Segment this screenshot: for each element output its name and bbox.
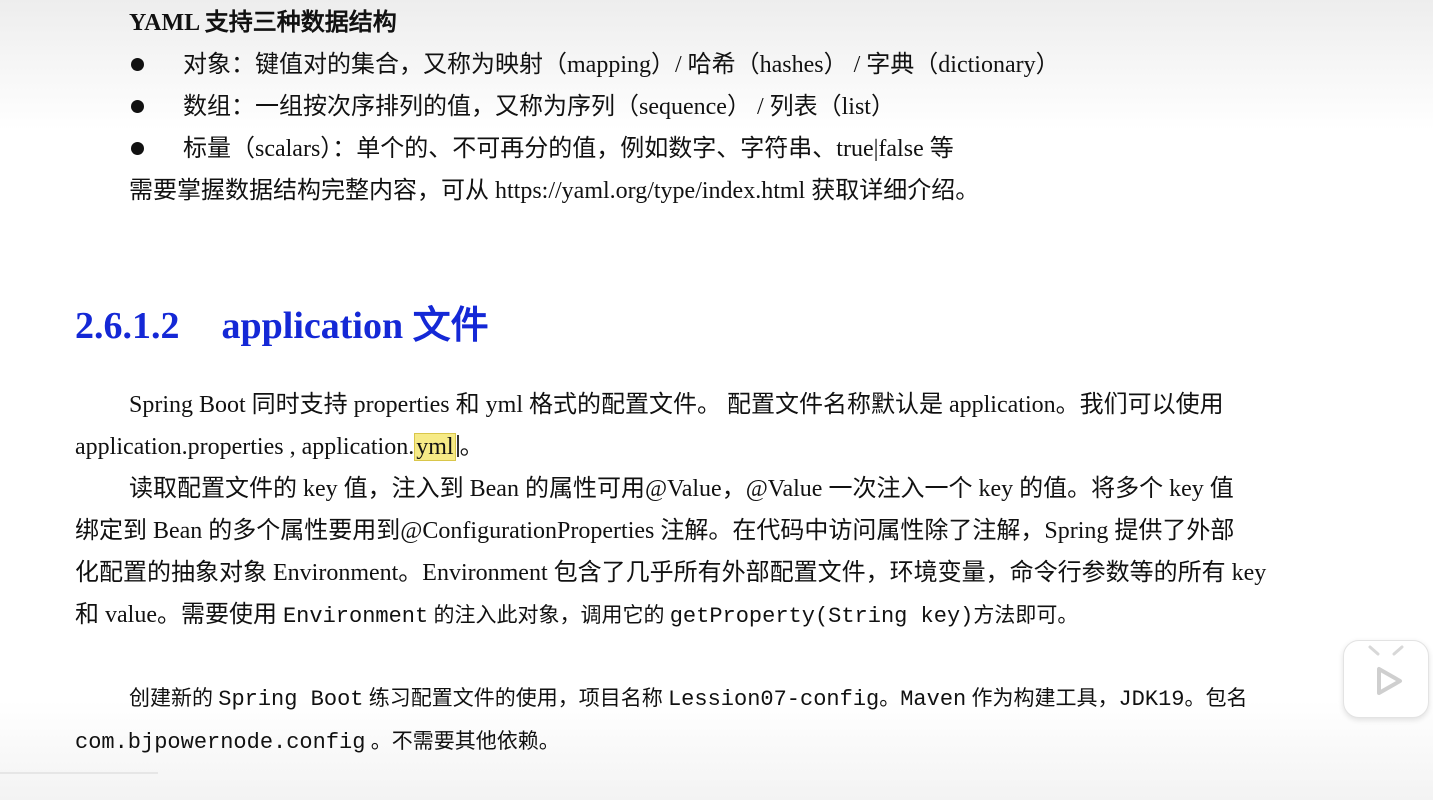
- para1-line1: Spring Boot 同时支持 properties 和 yml 格式的配置文…: [129, 392, 1224, 418]
- bullet-array: 数组：一组按次序排列的值，又称为序列（sequence） / 列表（list）: [183, 94, 895, 120]
- highlighted-text[interactable]: yml: [414, 433, 456, 461]
- section-title: application 文件: [221, 305, 489, 347]
- play-button[interactable]: [1343, 640, 1429, 718]
- para3-text: 作为构建工具，: [966, 686, 1119, 710]
- code-jdk: JDK19: [1118, 687, 1185, 712]
- bullet-object: 对象：键值对的集合，又称为映射（mapping）/ 哈希（hashes） / 字…: [183, 52, 1060, 78]
- bullet-scalar: 标量（scalars）：单个的、不可再分的值，例如数字、字符串、true|fal…: [183, 136, 954, 162]
- yaml-section-title: YAML 支持三种数据结构: [129, 10, 397, 36]
- document-page: YAML 支持三种数据结构 对象：键值对的集合，又称为映射（mapping）/ …: [0, 0, 1433, 800]
- para3-text: 。不需要其他依赖。: [365, 729, 560, 753]
- para3-text: 创建新的: [129, 686, 219, 710]
- para2-line2: 绑定到 Bean 的多个属性要用到@ConfigurationPropertie…: [75, 518, 1235, 544]
- code-project-name: Lession07-config: [667, 687, 880, 712]
- para2-line3: 化配置的抽象对象 Environment。Environment 包含了几乎所有…: [75, 560, 1267, 586]
- bullet-icon: [131, 58, 144, 71]
- para3-line1: 创建新的 Spring Boot 练习配置文件的使用，项目名称 Lession0…: [129, 683, 1248, 715]
- text-cursor-icon: [456, 435, 459, 457]
- para3-line2: com.bjpowernode.config 。不需要其他依赖。: [75, 726, 560, 758]
- para2-line1: 读取配置文件的 key 值，注入到 Bean 的属性可用@Value，@Valu…: [129, 476, 1234, 502]
- para3-text: 练习配置文件的使用，项目名称: [363, 686, 668, 710]
- para2-line4: 和 value。需要使用 Environment 的注入此对象，调用它的 get…: [75, 600, 1078, 632]
- progress-track: [0, 772, 158, 774]
- code-getproperty: getProperty(String key): [669, 604, 974, 629]
- para3-text: 。包名: [1184, 686, 1248, 710]
- play-icon: [1368, 645, 1404, 695]
- section-number: 2.6.1.2: [75, 305, 180, 347]
- para2-text: 方法即可。: [973, 603, 1079, 627]
- para2-text: 和 value。需要使用: [75, 602, 283, 628]
- para3-text: 。: [879, 686, 901, 710]
- para1-line2: application.properties , application.yml…: [75, 432, 484, 462]
- code-maven: Maven: [900, 687, 967, 712]
- bullet-icon: [131, 100, 144, 113]
- para1-line2-prefix: application.properties , application.: [75, 434, 415, 460]
- bullet-icon: [131, 142, 144, 155]
- para2-text: 的注入此对象，调用它的: [428, 603, 670, 627]
- para1-line2-suffix: 。: [459, 434, 484, 460]
- code-environment: Environment: [282, 604, 429, 629]
- code-spring-boot: Spring Boot: [218, 687, 364, 712]
- section-heading: 2.6.1.2 application 文件: [75, 302, 489, 350]
- code-package-name: com.bjpowernode.config: [75, 730, 366, 755]
- yaml-note: 需要掌握数据结构完整内容，可从 https://yaml.org/type/in…: [129, 178, 980, 204]
